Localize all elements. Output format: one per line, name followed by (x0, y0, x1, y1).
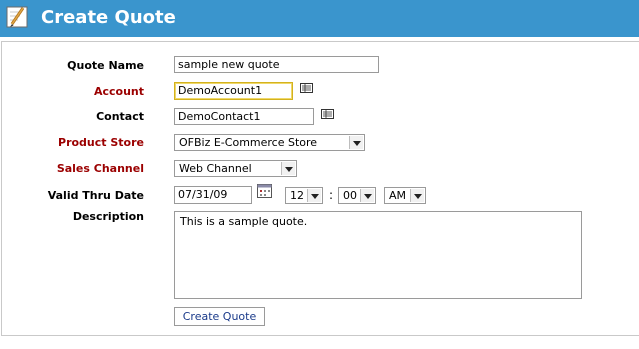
account-input[interactable]: DemoAccount1 (174, 82, 293, 100)
page-title: Create Quote (41, 7, 176, 28)
account-label: Account (93, 85, 144, 98)
account-lookup-icon[interactable] (300, 82, 314, 94)
hour-select[interactable]: 12 (285, 187, 323, 204)
time-separator: : (329, 188, 334, 202)
description-label: Description (72, 210, 144, 223)
valid-thru-date-input[interactable]: 07/31/09 (174, 186, 252, 204)
contact-input[interactable]: DemoContact1 (174, 108, 314, 125)
create-quote-button[interactable]: Create Quote (174, 307, 265, 326)
contact-label: Contact (96, 110, 144, 123)
chevron-down-icon (410, 189, 424, 202)
chevron-down-icon (307, 189, 321, 202)
calendar-icon[interactable] (257, 183, 273, 199)
page-header: Create Quote (0, 0, 639, 37)
hour-value: 12 (290, 189, 304, 202)
sales-channel-select[interactable]: Web Channel (174, 160, 297, 177)
quote-name-label: Quote Name (67, 59, 144, 72)
minute-select[interactable]: 00 (338, 187, 376, 204)
ampm-value: AM (389, 189, 407, 202)
chevron-down-icon (360, 189, 374, 202)
pencil-notepad-icon (6, 6, 28, 28)
valid-thru-label: Valid Thru Date (47, 189, 144, 202)
contact-lookup-icon[interactable] (321, 108, 335, 120)
sales-channel-value: Web Channel (179, 162, 252, 175)
quote-name-input[interactable]: sample new quote (174, 56, 379, 73)
minute-value: 00 (343, 189, 357, 202)
ampm-select[interactable]: AM (384, 187, 426, 204)
chevron-down-icon (281, 162, 295, 175)
sales-channel-label: Sales Channel (56, 162, 144, 175)
product-store-label: Product Store (58, 136, 144, 149)
description-textarea[interactable]: This is a sample quote. (174, 211, 582, 299)
product-store-select[interactable]: OFBiz E-Commerce Store (174, 134, 365, 151)
chevron-down-icon (349, 136, 363, 149)
product-store-value: OFBiz E-Commerce Store (179, 136, 318, 149)
